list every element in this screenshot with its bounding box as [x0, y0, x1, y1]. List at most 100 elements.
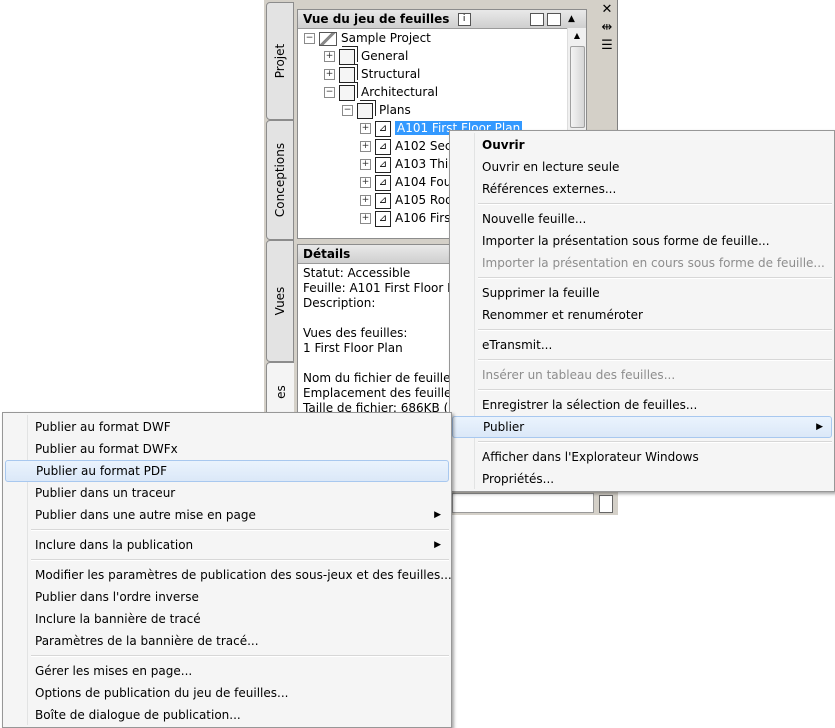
collapse-icon[interactable]: −: [324, 87, 335, 98]
tab-projet[interactable]: Projet: [266, 2, 294, 120]
menu-item-parametres-de-la-banniere-de-trace[interactable]: Paramètres de la bannière de tracé...: [5, 630, 449, 652]
details-panel-header: Détails: [298, 245, 451, 264]
tree-node-label: Plans: [379, 103, 411, 117]
menu-item-label: Publier au format PDF: [36, 464, 168, 478]
menu-item-publier-au-format-dwf[interactable]: Publier au format DWF: [5, 416, 449, 438]
info-icon[interactable]: i: [457, 13, 471, 26]
expand-icon[interactable]: +: [360, 195, 371, 206]
expand-icon[interactable]: +: [360, 141, 371, 152]
tab-vues[interactable]: Vues: [266, 240, 294, 362]
menu-item-etransmit[interactable]: eTransmit...: [452, 334, 832, 356]
menu-item-publier-au-format-pdf[interactable]: Publier au format PDF: [5, 460, 449, 482]
menu-item-label: Ouvrir: [482, 138, 525, 152]
details-title: Détails: [303, 247, 351, 261]
tree-node-a106-first[interactable]: + ⊿ A106 First: [360, 209, 455, 227]
menu-separator: [478, 277, 832, 279]
close-icon[interactable]: ✕: [596, 2, 618, 20]
tree-node-plans[interactable]: − Plans: [342, 101, 411, 119]
menu-item-gerer-les-mises-en-page[interactable]: Gérer les mises en page...: [5, 660, 449, 682]
scroll-thumb[interactable]: [570, 46, 585, 128]
menu-item-modifier-les-parametres-de-publication-des-sous-jeux-et-des-feuilles[interactable]: Modifier les paramètres de publication d…: [5, 564, 452, 586]
tree-node-label: A104 Fou: [395, 175, 452, 189]
menu-item-publier-au-format-dwfx[interactable]: Publier au format DWFx: [5, 438, 449, 460]
tree-node-label: A103 Thir: [395, 157, 454, 171]
sheet-view-icon[interactable]: [547, 13, 561, 26]
menu-separator: [478, 359, 832, 361]
collapse-icon[interactable]: −: [342, 105, 353, 116]
subset-icon: [339, 48, 355, 65]
view-toggle-icon[interactable]: [530, 13, 544, 26]
palette-bottom-field: [452, 493, 594, 513]
tree-node-label: Structural: [361, 67, 421, 81]
menu-item-inclure-dans-la-publication[interactable]: Inclure dans la publication ▶: [5, 534, 449, 556]
subset-icon: [339, 66, 355, 83]
menu-item-label: Références externes...: [482, 182, 617, 196]
menu-item-label: Publier dans une autre mise en page: [35, 508, 256, 522]
tree-node-a103-thir[interactable]: + ⊿ A103 Thir: [360, 155, 453, 173]
autohide-icon[interactable]: ⇹: [596, 20, 618, 38]
tree-node-label: A106 First: [395, 211, 456, 225]
menu-item-importer-la-presentation-sous-forme-de-feuille[interactable]: Importer la présentation sous forme de f…: [452, 230, 832, 252]
menu-item-boite-de-dialogue-de-publication[interactable]: Boîte de dialogue de publication...: [5, 704, 449, 726]
details-line: 1 First Floor Plan: [303, 341, 403, 355]
menu-item-label: Publier dans l'ordre inverse: [35, 590, 199, 604]
tree-node-a105-roo[interactable]: + ⊿ A105 Roo: [360, 191, 452, 209]
expand-icon[interactable]: +: [324, 69, 335, 80]
menu-item-inclure-la-banniere-de-trace[interactable]: Inclure la bannière de tracé: [5, 608, 449, 630]
properties-icon[interactable]: ☰: [596, 38, 618, 56]
menu-item-nouvelle-feuille[interactable]: Nouvelle feuille...: [452, 208, 832, 230]
details-line: Description:: [303, 296, 376, 310]
details-line: Feuille: A101 First Floor Plan: [303, 281, 451, 295]
details-line: Vues des feuilles:: [303, 326, 408, 340]
collapse-icon[interactable]: −: [304, 33, 315, 44]
menu-item-renommer-et-renumeroter[interactable]: Renommer et renuméroter: [452, 304, 832, 326]
tree-panel-header: Vue du jeu de feuilles i ▲: [298, 10, 586, 29]
expand-icon[interactable]: +: [360, 177, 371, 188]
tree-node-architectural[interactable]: − Architectural: [324, 83, 438, 101]
menu-separator: [478, 203, 832, 205]
tree-node-a104-fou[interactable]: + ⊿ A104 Fou: [360, 173, 451, 191]
menu-item-publier-dans-une-autre-mise-en-page[interactable]: Publier dans une autre mise en page ▶: [5, 504, 449, 526]
menu-item-label: Publier: [483, 420, 525, 434]
menu-item-supprimer-la-feuille[interactable]: Supprimer la feuille: [452, 282, 832, 304]
expand-icon[interactable]: +: [360, 159, 371, 170]
menu-item-label: Options de publication du jeu de feuille…: [35, 686, 289, 700]
collapse-panel-icon[interactable]: ▲: [568, 10, 575, 28]
menu-item-label: eTransmit...: [482, 338, 553, 352]
menu-item-publier[interactable]: Publier ▶: [452, 416, 832, 438]
expand-icon[interactable]: +: [360, 123, 371, 134]
sheet-icon: ⊿: [375, 120, 391, 137]
tree-node-a102-seco[interactable]: + ⊿ A102 Seco: [360, 137, 459, 155]
menu-item-proprietes[interactable]: Propriétés...: [452, 468, 832, 490]
menu-item-importer-la-presentation-en-cours-sous-forme-de-feuille: Importer la présentation en cours sous f…: [452, 252, 832, 274]
menu-item-publier-dans-l-ordre-inverse[interactable]: Publier dans l'ordre inverse: [5, 586, 449, 608]
sheet-icon: ⊿: [375, 174, 391, 191]
tree-node-label: A105 Roo: [395, 193, 453, 207]
menu-item-label: Modifier les paramètres de publication d…: [35, 568, 452, 582]
tree-node-general[interactable]: + General: [324, 47, 408, 65]
menu-item-enregistrer-la-selection-de-feuilles[interactable]: Enregistrer la sélection de feuilles...: [452, 394, 832, 416]
tree-node-sample-project[interactable]: − Sample Project: [304, 29, 431, 47]
menu-separator: [478, 389, 832, 391]
scroll-up-icon[interactable]: ▲: [568, 28, 586, 44]
menu-item-publier-dans-un-traceur[interactable]: Publier dans un traceur: [5, 482, 449, 504]
menu-item-ouvrir[interactable]: Ouvrir: [452, 134, 832, 156]
menu-item-label: Insérer un tableau des feuilles...: [482, 368, 676, 382]
expand-icon[interactable]: +: [360, 213, 371, 224]
tree-node-label: General: [361, 49, 409, 63]
menu-item-options-de-publication-du-jeu-de-feuilles[interactable]: Options de publication du jeu de feuille…: [5, 682, 449, 704]
expand-icon[interactable]: +: [324, 51, 335, 62]
menu-item-ouvrir-en-lecture-seule[interactable]: Ouvrir en lecture seule: [452, 156, 832, 178]
sheet-icon: ⊿: [375, 138, 391, 155]
menu-item-label: Importer la présentation en cours sous f…: [482, 256, 825, 270]
menu-item-label: Paramètres de la bannière de tracé...: [35, 634, 259, 648]
menu-item-references-externes[interactable]: Références externes...: [452, 178, 832, 200]
menu-item-label: Publier au format DWF: [35, 420, 171, 434]
details-toggle-icon[interactable]: [599, 495, 613, 513]
tree-node-structural[interactable]: + Structural: [324, 65, 420, 83]
menu-item-label: Renommer et renuméroter: [482, 308, 643, 322]
menu-item-label: Boîte de dialogue de publication...: [35, 708, 241, 722]
tree-node-label: Sample Project: [341, 31, 431, 45]
menu-item-afficher-dans-l-explorateur-windows[interactable]: Afficher dans l'Explorateur Windows: [452, 446, 832, 468]
tab-conceptions[interactable]: Conceptions: [266, 120, 294, 240]
